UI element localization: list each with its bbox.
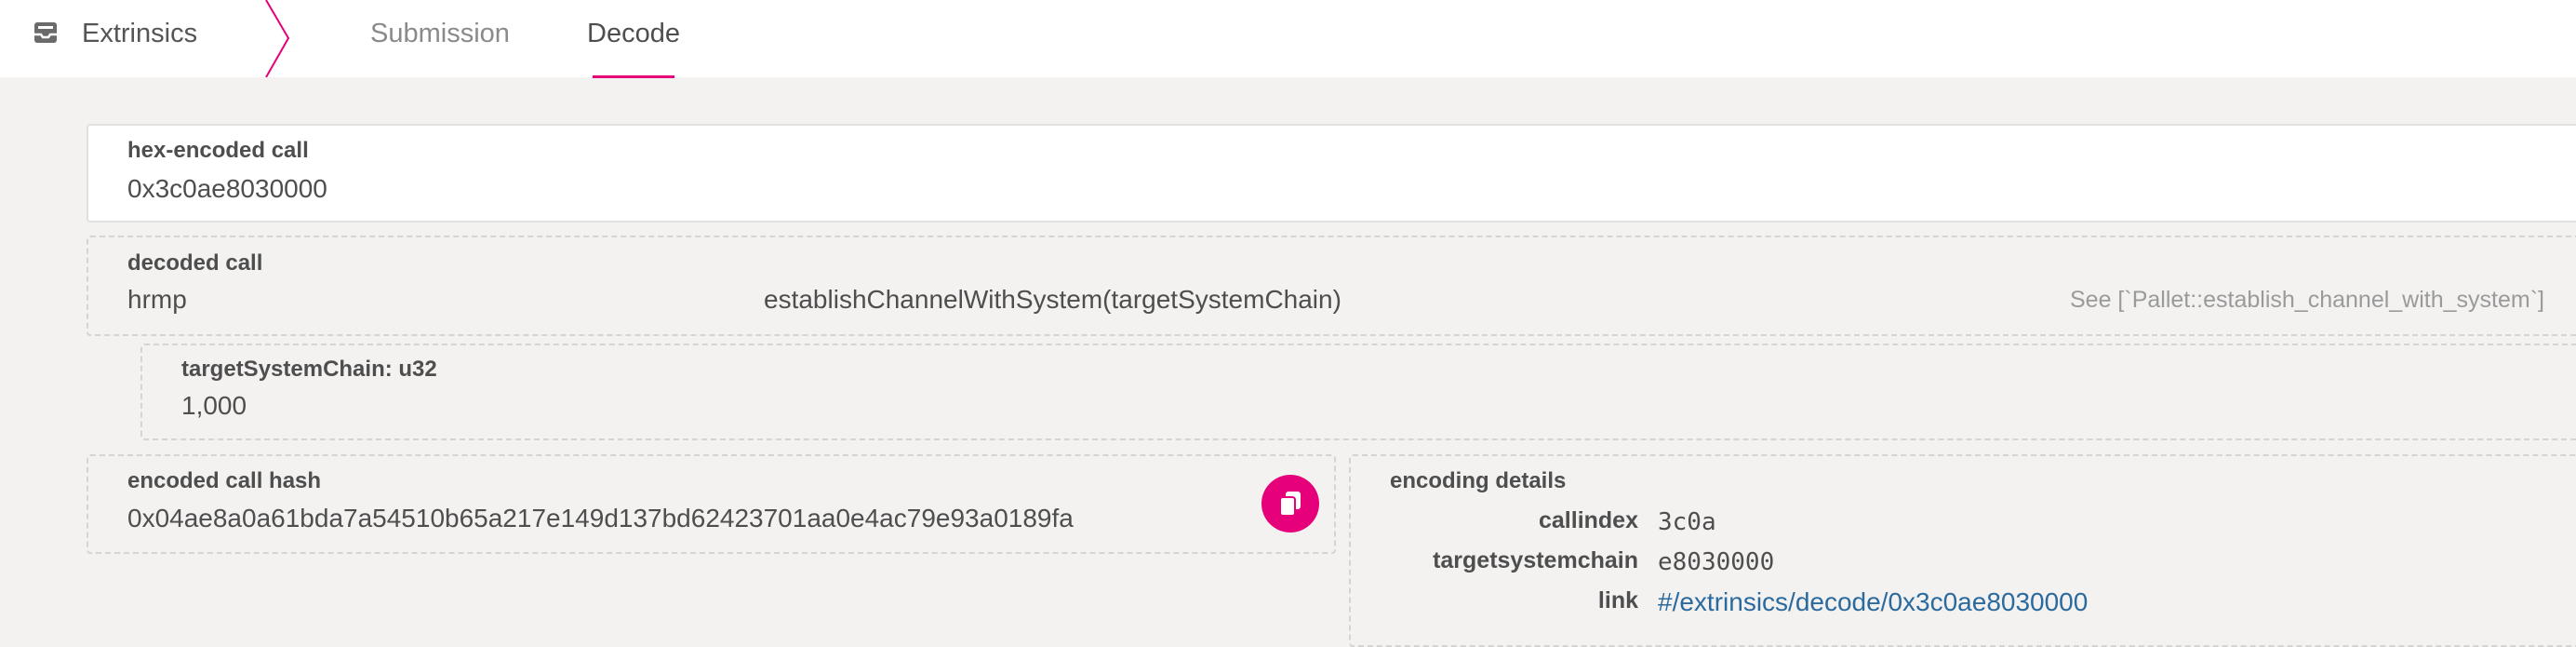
decoded-pallet: hrmp — [127, 285, 187, 314]
param-target-system-chain: targetSystemChain: u32 1,000 — [140, 344, 2576, 440]
decoded-call-label: decoded call — [127, 250, 263, 276]
decoded-method: establishChannelWithSystem(targetSystemC… — [764, 285, 1341, 314]
detail-value-callindex: 3c0a — [1658, 508, 1716, 536]
detail-key-callindex: callindex — [1539, 507, 1638, 533]
call-hash-label: encoded call hash — [127, 468, 322, 493]
decoded-call-docs: See [`Pallet::establish_channel_with_sys… — [2070, 287, 2544, 313]
detail-key-link: link — [1597, 587, 1638, 613]
decode-link[interactable]: #/extrinsics/decode/0x3c0ae8030000 — [1658, 586, 2088, 618]
call-hash-value: 0x04ae8a0a61bda7a54510b65a217e149d137bd6… — [127, 504, 1074, 532]
copy-icon — [1279, 492, 1301, 517]
extrinsics-section-button[interactable]: Extrinsics — [0, 0, 279, 77]
param-label: targetSystemChain: u32 — [181, 357, 437, 382]
decoded-call-panel: decoded call hrmp establishChannelWithSy… — [87, 236, 2576, 336]
detail-value-targetsystemchain: e8030000 — [1658, 548, 1775, 576]
detail-key-targetsystemchain: targetsystemchain — [1433, 547, 1638, 573]
breadcrumb-chevron-icon — [265, 0, 290, 77]
tab-decode[interactable]: Decode — [587, 18, 680, 49]
inbox-icon — [32, 19, 60, 47]
top-navigation: Extrinsics Submission Decode — [0, 0, 2576, 78]
encoded-call-hash-panel: encoded call hash 0x04ae8a0a61bda7a54510… — [87, 454, 1336, 554]
param-value: 1,000 — [181, 391, 247, 420]
section-label: Extrinsics — [82, 19, 198, 48]
encoding-details-label: encoding details — [1390, 468, 1567, 493]
copy-hash-button[interactable] — [1261, 475, 1319, 532]
tab-submission[interactable]: Submission — [370, 18, 510, 49]
active-tab-indicator — [593, 75, 674, 78]
hex-input-value[interactable]: 0x3c0ae8030000 — [127, 173, 327, 205]
hex-encoded-call-input[interactable]: hex-encoded call 0x3c0ae8030000 — [87, 124, 2576, 222]
hex-input-label: hex-encoded call — [127, 138, 309, 163]
